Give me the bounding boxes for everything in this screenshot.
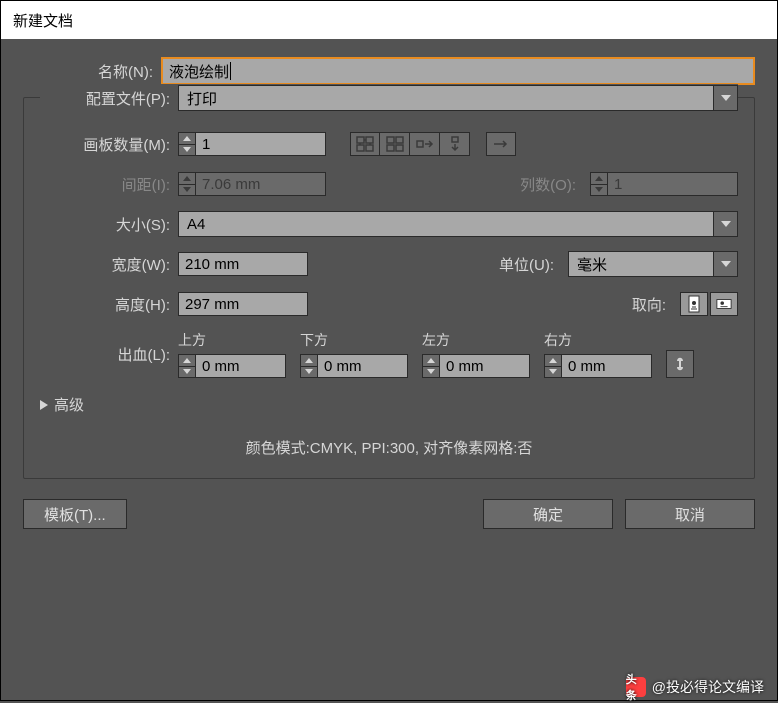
width-input[interactable]: 210 mm — [178, 252, 308, 276]
artboards-spinner[interactable]: 1 — [178, 132, 326, 156]
triangle-right-icon — [40, 400, 48, 410]
grid-col-icon[interactable] — [380, 132, 410, 156]
chevron-down-icon — [714, 211, 738, 237]
chevron-down-icon — [714, 85, 738, 111]
chevron-down-icon — [714, 251, 738, 277]
orientation-landscape-button[interactable] — [710, 292, 738, 316]
up-arrow-icon[interactable] — [179, 133, 195, 145]
arrow-right-icon[interactable] — [486, 132, 516, 156]
size-dropdown[interactable]: A4 — [178, 211, 738, 237]
size-label: 大小(S): — [40, 214, 178, 235]
profile-label: 配置文件(P): — [40, 88, 178, 109]
advanced-label: 高级 — [54, 394, 84, 415]
spacing-label: 间距(I): — [40, 174, 178, 195]
bleed-right-label: 右方 — [544, 330, 652, 350]
orientation-portrait-button[interactable] — [680, 292, 708, 316]
bleed-top-spinner[interactable]: 0 mm — [178, 354, 286, 378]
mode-info: 颜色模式:CMYK, PPI:300, 对齐像素网格:否 — [40, 437, 738, 458]
templates-button[interactable]: 模板(T)... — [23, 499, 127, 529]
watermark: 头条 @投必得论文编译 — [626, 677, 764, 697]
width-label: 宽度(W): — [40, 254, 178, 275]
bleed-top-label: 上方 — [178, 330, 286, 350]
artboards-label: 画板数量(M): — [40, 134, 178, 155]
orientation-label: 取向: — [632, 294, 674, 315]
advanced-disclosure[interactable]: 高级 — [40, 394, 738, 415]
units-label: 单位(U): — [499, 254, 562, 275]
window-title: 新建文档 — [13, 10, 73, 31]
bleed-right-spinner[interactable]: 0 mm — [544, 354, 652, 378]
profile-dropdown[interactable]: 打印 — [178, 85, 738, 111]
height-label: 高度(H): — [40, 294, 178, 315]
height-input[interactable]: 297 mm — [178, 292, 308, 316]
ok-button[interactable]: 确定 — [483, 499, 613, 529]
grid-row-icon[interactable] — [350, 132, 380, 156]
watermark-text: @投必得论文编译 — [652, 677, 764, 697]
window-titlebar: 新建文档 — [1, 1, 777, 39]
columns-label: 列数(O): — [520, 174, 584, 195]
bleed-bottom-spinner[interactable]: 0 mm — [300, 354, 408, 378]
watermark-logo: 头条 — [626, 677, 646, 697]
name-label: 名称(N): — [23, 61, 161, 82]
name-input[interactable]: 液泡绘制 — [161, 57, 755, 85]
bleed-label: 出血(L): — [40, 344, 178, 365]
bleed-left-spinner[interactable]: 0 mm — [422, 354, 530, 378]
col-ttb-icon[interactable] — [440, 132, 470, 156]
spacing-spinner: 7.06 mm — [178, 172, 326, 196]
units-dropdown[interactable]: 毫米 — [568, 251, 738, 277]
row-ltr-icon[interactable] — [410, 132, 440, 156]
bleed-bottom-label: 下方 — [300, 330, 408, 350]
down-arrow-icon[interactable] — [179, 145, 195, 156]
columns-spinner: 1 — [590, 172, 738, 196]
link-bleed-button[interactable] — [666, 350, 694, 378]
cancel-button[interactable]: 取消 — [625, 499, 755, 529]
bleed-left-label: 左方 — [422, 330, 530, 350]
